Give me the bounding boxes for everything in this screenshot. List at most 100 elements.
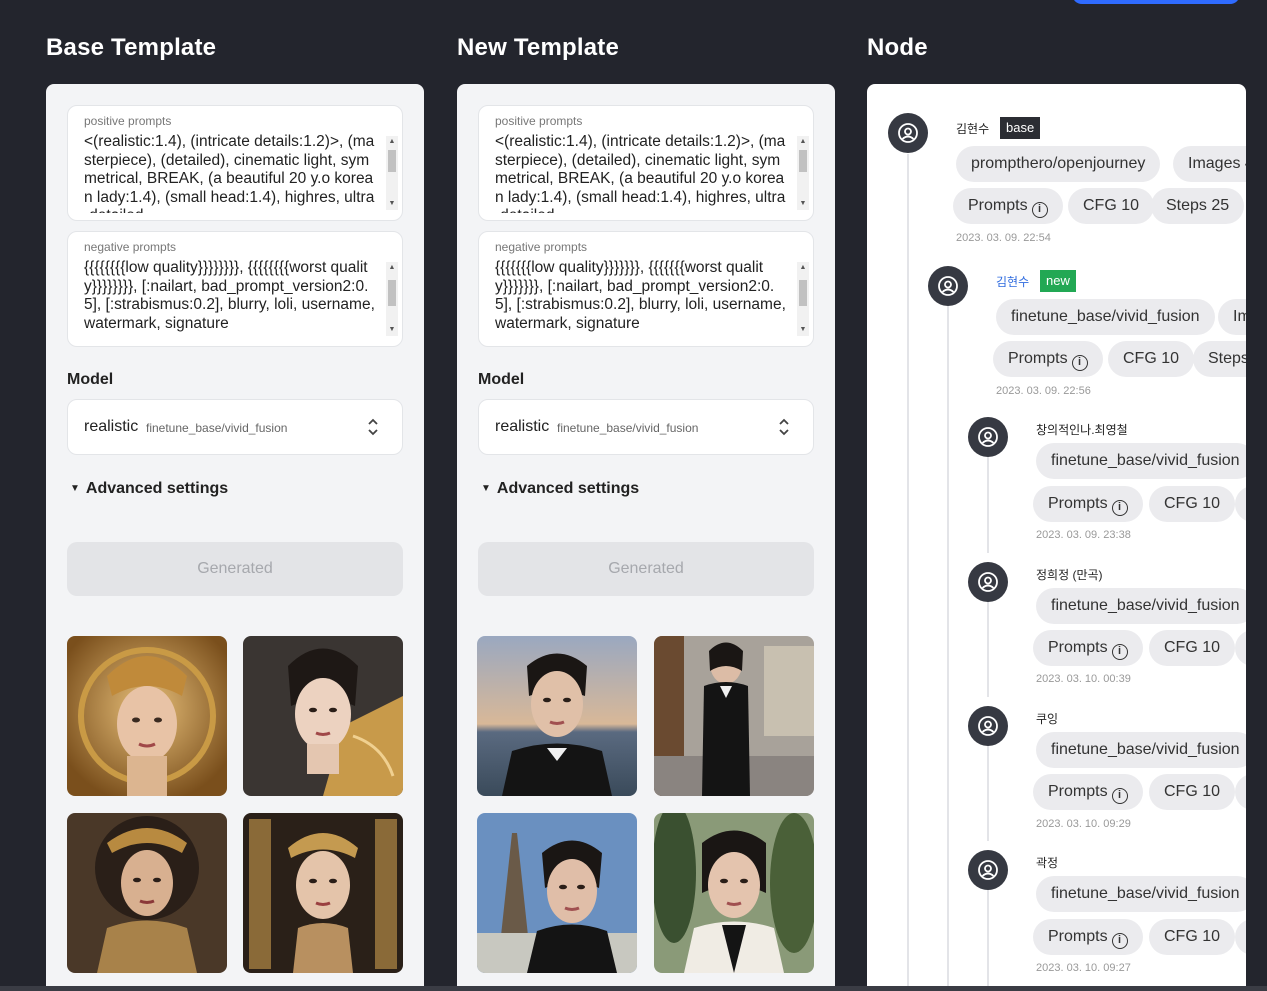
cfg-chip[interactable]: CFG 10 <box>1149 486 1236 522</box>
advanced-settings-label: Advanced settings <box>85 480 229 497</box>
model-chip[interactable]: finetune_base/vivid_fusion <box>1036 876 1246 912</box>
new-badge: new <box>1040 270 1076 292</box>
new-template-panel: positive prompts <(realistic:1.4), (intr… <box>457 84 835 991</box>
user-avatar[interactable] <box>888 113 928 153</box>
user-circle-icon <box>978 427 998 447</box>
negative-prompt-scrollbar[interactable]: ▲ ▼ <box>797 262 809 336</box>
model-label: Model <box>478 371 525 388</box>
generated-image[interactable] <box>654 636 814 796</box>
model-select[interactable]: realistic finetune_base/vivid_fusion <box>67 399 403 455</box>
chevron-updown-icon <box>779 418 789 436</box>
cfg-chip[interactable]: CFG 10 <box>1068 188 1155 224</box>
generated-image[interactable] <box>654 813 814 973</box>
steps-chip[interactable]: Steps 25 <box>1151 188 1245 224</box>
cfg-chip[interactable]: CFG 10 <box>1149 919 1236 955</box>
new-template-title: New Template <box>457 34 619 61</box>
info-circle-icon: i <box>1031 202 1048 218</box>
positive-prompt-scrollbar[interactable]: ▲ ▼ <box>797 136 809 210</box>
info-circle-icon: i <box>1111 933 1128 949</box>
generate-button[interactable]: Generated <box>67 542 403 596</box>
node-username: 정희정 (만곡) <box>1036 568 1103 582</box>
prompts-chip[interactable]: Prompts i <box>993 341 1103 377</box>
positive-prompt-text[interactable]: <(realistic:1.4), (intricate details:1.2… <box>84 133 376 213</box>
node-date: 2023. 03. 10. 00:39 <box>1036 673 1131 685</box>
images-chip[interactable]: Images 4 <box>1173 146 1246 182</box>
model-path: finetune_base/vivid_fusion <box>146 421 288 435</box>
cfg-chip[interactable]: CFG 10 <box>1149 630 1236 666</box>
user-circle-icon <box>978 860 998 880</box>
generated-image[interactable] <box>243 813 403 973</box>
user-avatar[interactable] <box>928 266 968 306</box>
node-date: 2023. 03. 10. 09:27 <box>1036 962 1131 974</box>
steps-chip[interactable]: Steps 25 <box>1193 341 1246 377</box>
model-path: finetune_base/vivid_fusion <box>557 421 699 435</box>
node-username: 쿠잉 <box>1036 712 1059 726</box>
user-avatar[interactable] <box>968 562 1008 602</box>
node-username: 김현수 <box>956 122 990 136</box>
advanced-settings-toggle[interactable]: ▼ Advanced settings <box>70 480 228 498</box>
negative-prompt-label: negative prompts <box>84 240 177 254</box>
negative-prompt-text[interactable]: {{{{{{{{low quality}}}}}}}}, {{{{{{{{wor… <box>84 259 376 339</box>
steps-chip[interactable] <box>1235 774 1246 810</box>
positive-prompt-label: positive prompts <box>84 114 172 128</box>
info-circle-icon: i <box>1111 500 1128 516</box>
negative-prompt-field[interactable]: negative prompts {{{{{{{low quality}}}}}… <box>478 231 814 347</box>
chevron-down-icon: ▼ <box>481 483 491 494</box>
negative-prompt-field[interactable]: negative prompts {{{{{{{{low quality}}}}… <box>67 231 403 347</box>
base-template-title: Base Template <box>46 34 217 61</box>
generated-image[interactable] <box>67 636 227 796</box>
prompts-chip[interactable]: Prompts i <box>953 188 1063 224</box>
advanced-settings-toggle[interactable]: ▼ Advanced settings <box>481 480 639 498</box>
generate-button[interactable]: Generated <box>478 542 814 596</box>
user-circle-icon <box>978 716 998 736</box>
prompts-chip[interactable]: Prompts i <box>1033 630 1143 666</box>
positive-prompt-field[interactable]: positive prompts <(realistic:1.4), (intr… <box>478 105 814 221</box>
positive-prompt-scrollbar[interactable]: ▲ ▼ <box>386 136 398 210</box>
generated-image[interactable] <box>243 636 403 796</box>
node-date: 2023. 03. 10. 09:29 <box>1036 818 1131 830</box>
model-chip[interactable]: finetune_base/vivid_fusion <box>1036 588 1246 624</box>
negative-prompt-label: negative prompts <box>495 240 588 254</box>
negative-prompt-scrollbar[interactable]: ▲ ▼ <box>386 262 398 336</box>
node-title: Node <box>867 34 928 61</box>
chevron-down-icon: ▼ <box>70 483 80 494</box>
base-template-panel: positive prompts <(realistic:1.4), (intr… <box>46 84 424 991</box>
cfg-chip[interactable]: CFG 10 <box>1108 341 1195 377</box>
generated-image[interactable] <box>477 636 637 796</box>
model-name: realistic <box>84 418 139 435</box>
generated-image[interactable] <box>67 813 227 973</box>
node-panel: 김현수 base prompthero/openjourney Images 4… <box>867 84 1246 991</box>
prompts-chip[interactable]: Prompts i <box>1033 486 1143 522</box>
model-label: Model <box>67 371 114 388</box>
chevron-updown-icon <box>368 418 378 436</box>
steps-chip[interactable] <box>1235 919 1246 955</box>
bottom-scrollbar[interactable] <box>0 986 1267 991</box>
model-chip[interactable]: prompthero/openjourney <box>956 146 1161 182</box>
positive-prompt-text[interactable]: <(realistic:1.4), (intricate details:1.2… <box>495 133 787 213</box>
cfg-chip[interactable]: CFG 10 <box>1149 774 1236 810</box>
user-circle-icon <box>898 123 918 143</box>
generated-image[interactable] <box>477 813 637 973</box>
top-action-button-edge[interactable] <box>1072 0 1240 4</box>
node-date: 2023. 03. 09. 22:54 <box>956 232 1051 244</box>
images-chip[interactable]: Images 4 <box>1218 299 1246 335</box>
negative-prompt-text[interactable]: {{{{{{{low quality}}}}}}}, {{{{{{{worst … <box>495 259 787 339</box>
user-avatar[interactable] <box>968 706 1008 746</box>
steps-chip[interactable] <box>1235 630 1246 666</box>
info-circle-icon: i <box>1071 355 1088 371</box>
steps-chip[interactable] <box>1235 486 1246 522</box>
info-circle-icon: i <box>1111 644 1128 660</box>
positive-prompt-label: positive prompts <box>495 114 583 128</box>
model-chip[interactable]: finetune_base/vivid_fusion <box>1036 732 1246 768</box>
user-avatar[interactable] <box>968 417 1008 457</box>
info-circle-icon: i <box>1111 788 1128 804</box>
positive-prompt-field[interactable]: positive prompts <(realistic:1.4), (intr… <box>67 105 403 221</box>
user-avatar[interactable] <box>968 850 1008 890</box>
model-select[interactable]: realistic finetune_base/vivid_fusion <box>478 399 814 455</box>
node-username[interactable]: 김현수 <box>996 273 1029 290</box>
prompts-chip[interactable]: Prompts i <box>1033 774 1143 810</box>
model-chip[interactable]: finetune_base/vivid_fusion <box>1036 443 1246 479</box>
prompts-chip[interactable]: Prompts i <box>1033 919 1143 955</box>
model-name: realistic <box>495 418 550 435</box>
model-chip[interactable]: finetune_base/vivid_fusion <box>996 299 1215 335</box>
